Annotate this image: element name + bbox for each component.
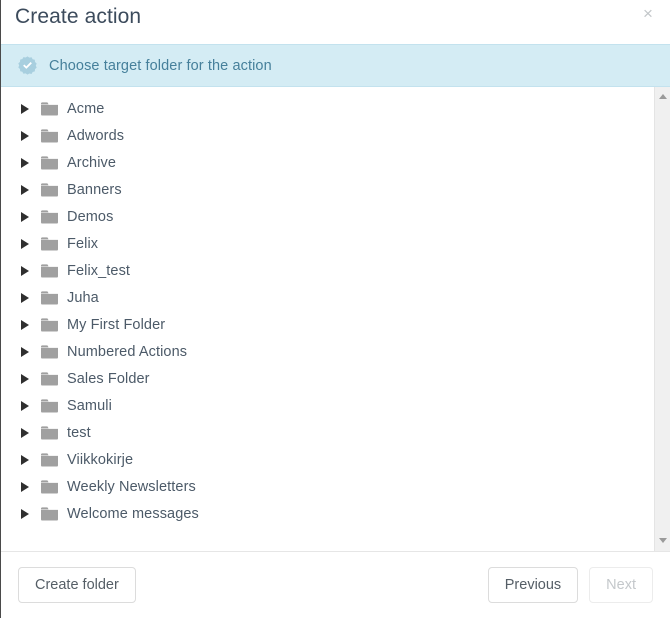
folder-icon bbox=[41, 155, 58, 170]
folder-list-item[interactable]: Demos bbox=[1, 203, 654, 230]
folder-icon bbox=[41, 398, 58, 413]
expand-arrow-icon[interactable] bbox=[21, 400, 31, 412]
folder-item-label: Demos bbox=[67, 208, 114, 225]
folder-item-label: Viikkokirje bbox=[67, 451, 134, 468]
folder-list-item[interactable]: test bbox=[1, 419, 654, 446]
folder-item-label: Banners bbox=[67, 181, 122, 198]
folder-list-item[interactable]: Felix_test bbox=[1, 257, 654, 284]
expand-arrow-icon[interactable] bbox=[21, 157, 31, 169]
folder-icon bbox=[41, 263, 58, 278]
folder-list-item[interactable]: Samuli bbox=[1, 392, 654, 419]
expand-arrow-icon[interactable] bbox=[21, 292, 31, 304]
dialog-footer: Create folder Previous Next bbox=[1, 552, 670, 618]
folder-list-item[interactable]: Acme bbox=[1, 95, 654, 122]
scroll-arrow-up-icon[interactable] bbox=[655, 89, 670, 105]
expand-arrow-icon[interactable] bbox=[21, 427, 31, 439]
folder-icon bbox=[41, 344, 58, 359]
create-action-dialog: Create action × Choose target folder for… bbox=[0, 0, 670, 618]
folder-icon bbox=[41, 128, 58, 143]
expand-arrow-icon[interactable] bbox=[21, 373, 31, 385]
expand-arrow-icon[interactable] bbox=[21, 130, 31, 142]
folder-item-label: Adwords bbox=[67, 127, 125, 144]
folder-item-label: Numbered Actions bbox=[67, 343, 188, 360]
expand-arrow-icon[interactable] bbox=[21, 103, 31, 115]
folder-list-region: Acme Adwords Archive Banners Demos Felix Felix… bbox=[1, 87, 670, 552]
folder-icon bbox=[41, 101, 58, 116]
expand-arrow-icon[interactable] bbox=[21, 319, 31, 331]
folder-list-item[interactable]: Felix bbox=[1, 230, 654, 257]
folder-icon bbox=[41, 236, 58, 251]
folder-item-label: Acme bbox=[67, 100, 105, 117]
close-icon[interactable]: × bbox=[638, 4, 658, 24]
create-folder-button[interactable]: Create folder bbox=[18, 567, 136, 603]
folder-icon bbox=[41, 317, 58, 332]
folder-list-item[interactable]: Weekly Newsletters bbox=[1, 473, 654, 500]
expand-arrow-icon[interactable] bbox=[21, 454, 31, 466]
expand-arrow-icon[interactable] bbox=[21, 346, 31, 358]
folder-icon bbox=[41, 479, 58, 494]
expand-arrow-icon[interactable] bbox=[21, 481, 31, 493]
folder-list-item[interactable]: Adwords bbox=[1, 122, 654, 149]
folder-item-label: Archive bbox=[67, 154, 117, 171]
folder-item-label: Sales Folder bbox=[67, 370, 150, 387]
folder-list: Acme Adwords Archive Banners Demos Felix Felix… bbox=[1, 87, 654, 551]
folder-icon bbox=[41, 425, 58, 440]
folder-item-label: test bbox=[67, 424, 91, 441]
expand-arrow-icon[interactable] bbox=[21, 211, 31, 223]
folder-icon bbox=[41, 371, 58, 386]
folder-list-item[interactable]: Banners bbox=[1, 176, 654, 203]
folder-list-item[interactable]: Sales Folder bbox=[1, 365, 654, 392]
folder-list-item[interactable]: Numbered Actions bbox=[1, 338, 654, 365]
folder-icon bbox=[41, 452, 58, 467]
folder-icon bbox=[41, 209, 58, 224]
folder-item-label: My First Folder bbox=[67, 316, 166, 333]
next-button[interactable]: Next bbox=[589, 567, 653, 603]
expand-arrow-icon[interactable] bbox=[21, 508, 31, 520]
folder-item-label: Samuli bbox=[67, 397, 112, 414]
vertical-scrollbar[interactable] bbox=[654, 87, 670, 551]
expand-arrow-icon[interactable] bbox=[21, 184, 31, 196]
scroll-arrow-down-icon[interactable] bbox=[655, 533, 670, 549]
folder-icon bbox=[41, 506, 58, 521]
folder-item-label: Welcome messages bbox=[67, 505, 199, 522]
folder-item-label: Weekly Newsletters bbox=[67, 478, 196, 495]
dialog-header: Create action × bbox=[1, 0, 670, 44]
banner-text: Choose target folder for the action bbox=[49, 57, 272, 74]
badge-check-icon bbox=[18, 56, 37, 75]
folder-icon bbox=[41, 290, 58, 305]
expand-arrow-icon[interactable] bbox=[21, 238, 31, 250]
page-title: Create action bbox=[15, 5, 142, 28]
folder-list-item[interactable]: Juha bbox=[1, 284, 654, 311]
folder-item-label: Juha bbox=[67, 289, 99, 306]
folder-list-item[interactable]: Viikkokirje bbox=[1, 446, 654, 473]
expand-arrow-icon[interactable] bbox=[21, 265, 31, 277]
folder-list-item[interactable]: My First Folder bbox=[1, 311, 654, 338]
previous-button[interactable]: Previous bbox=[487, 567, 579, 603]
folder-list-item[interactable]: Archive bbox=[1, 149, 654, 176]
folder-list-item[interactable]: Welcome messages bbox=[1, 500, 654, 527]
folder-item-label: Felix_test bbox=[67, 262, 131, 279]
folder-item-label: Felix bbox=[67, 235, 99, 252]
step-instruction-banner: Choose target folder for the action bbox=[1, 44, 670, 87]
folder-icon bbox=[41, 182, 58, 197]
